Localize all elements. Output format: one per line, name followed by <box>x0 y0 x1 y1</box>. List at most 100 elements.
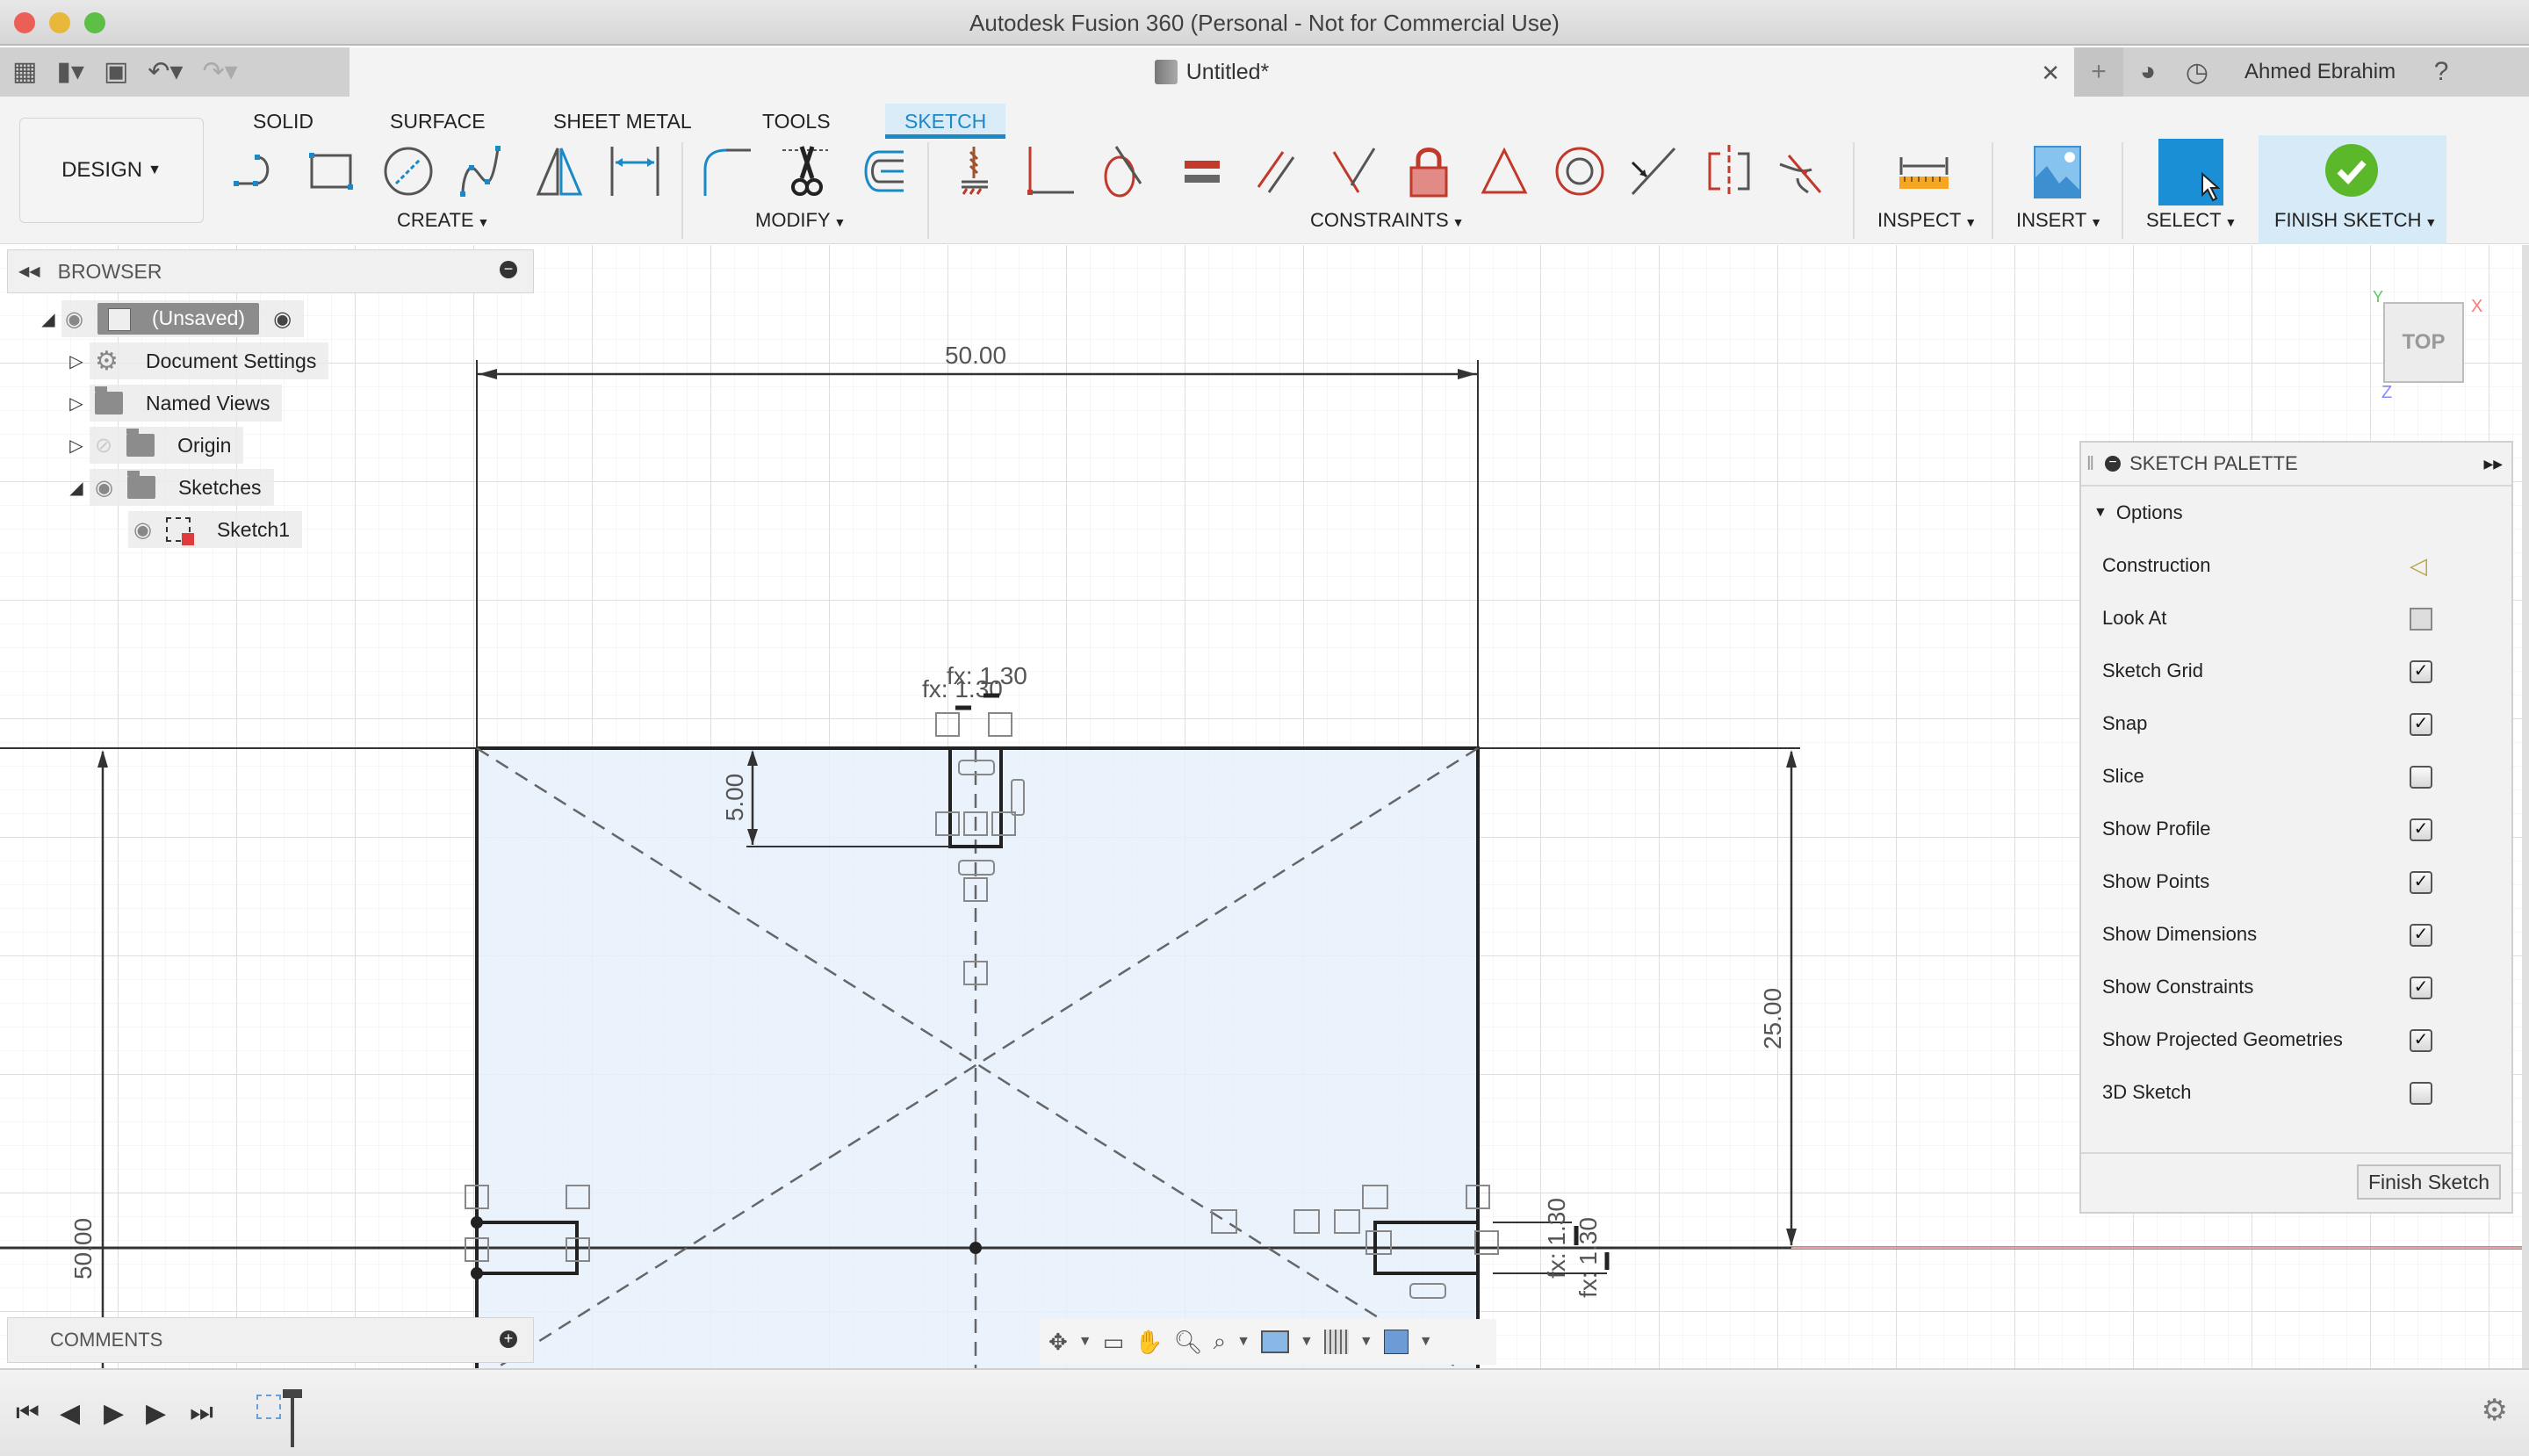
browser-item-origin[interactable]: ▷ ⊘ Origin <box>63 427 244 464</box>
create-menu[interactable]: CREATE ▼ <box>397 209 489 232</box>
palette-option-show-constraints[interactable]: Show Constraints ✓ <box>2102 969 2506 1005</box>
fix-tool[interactable] <box>945 142 1006 200</box>
finish-sketch-menu[interactable]: FINISH SKETCH ▼ <box>2274 209 2437 232</box>
palette-option-snap[interactable]: Snap ✓ <box>2102 706 2506 741</box>
viewports-icon[interactable] <box>1383 1330 1409 1354</box>
viewcube[interactable]: TOP <box>2383 302 2464 383</box>
add-comment-icon[interactable]: + <box>500 1330 517 1348</box>
sketch-profile[interactable] <box>477 748 1478 1368</box>
chevron-down-icon[interactable]: ▼ <box>1078 1334 1092 1350</box>
tab-sketch[interactable]: SKETCH <box>885 104 1006 139</box>
palette-option-show-dimensions[interactable]: Show Dimensions ✓ <box>2102 917 2506 952</box>
workspace-switcher[interactable]: DESIGN ▼ <box>19 118 204 223</box>
circle-tool[interactable] <box>378 142 439 200</box>
chevron-down-icon[interactable]: ▼ <box>1359 1334 1373 1350</box>
expand-triangle-icon[interactable]: ◢ <box>35 308 61 330</box>
height-dimension[interactable]: 25.00 <box>1759 988 1786 1049</box>
palette-finish-sketch-button[interactable]: Finish Sketch <box>2357 1164 2501 1200</box>
expand-triangle-icon[interactable]: ▷ <box>63 393 90 414</box>
expand-triangle-icon[interactable]: ▷ <box>63 435 90 457</box>
collinear-tool[interactable] <box>1621 142 1682 200</box>
grid-settings-icon[interactable] <box>1323 1330 1349 1354</box>
timeline-settings-gear-icon[interactable]: ⚙ <box>2482 1393 2508 1428</box>
close-window-button[interactable] <box>14 12 35 33</box>
palette-option-construction[interactable]: Construction ◁ <box>2102 548 2506 583</box>
collapse-browser-icon[interactable]: ◀◀ <box>18 263 40 280</box>
dimension-tool[interactable] <box>604 142 666 200</box>
curvature-tool[interactable] <box>1774 142 1835 200</box>
concentric-tool[interactable] <box>1549 142 1610 200</box>
expand-triangle-icon[interactable]: ▷ <box>63 350 90 372</box>
finish-sketch-button[interactable]: FINISH SKETCH ▼ <box>2259 135 2446 244</box>
display-settings-icon[interactable] <box>1261 1330 1290 1353</box>
measure-tool[interactable] <box>1893 142 1955 200</box>
select-menu[interactable]: SELECT ▼ <box>2146 209 2237 232</box>
symmetry-tool[interactable] <box>1698 142 1760 200</box>
visibility-eye-icon[interactable]: ◉ <box>95 475 113 501</box>
look-at-icon[interactable] <box>2410 608 2432 631</box>
show-dimensions-checkbox[interactable]: ✓ <box>2410 924 2432 947</box>
document-tab[interactable]: Untitled* ✕ <box>349 47 2074 97</box>
palette-option-look-at[interactable]: Look At <box>2102 601 2506 636</box>
user-name[interactable]: Ahmed Ebrahim <box>2244 60 2396 84</box>
trim-tool[interactable] <box>775 142 836 200</box>
slot-depth-dimension[interactable]: 5.00 <box>721 774 748 822</box>
select-tool[interactable] <box>2158 139 2223 205</box>
go-to-end-icon[interactable]: ⏭ <box>190 1398 213 1428</box>
visibility-eye-icon[interactable]: ◉ <box>65 306 83 332</box>
active-radio-icon[interactable]: ◉ <box>273 306 292 332</box>
redo-icon[interactable]: ↷▾ <box>203 59 238 85</box>
spline-tool[interactable] <box>453 142 515 200</box>
close-tab-icon[interactable]: ✕ <box>2041 60 2060 87</box>
fx-dimension-right-a[interactable]: fx: 1.30 <box>1543 1198 1570 1279</box>
tab-tools[interactable]: TOOLS <box>743 104 850 139</box>
job-status-icon[interactable]: ◷ <box>2172 47 2222 97</box>
construction-icon[interactable]: ◁ <box>2410 554 2432 578</box>
palette-option-show-points[interactable]: Show Points ✓ <box>2102 864 2506 899</box>
chevron-down-icon[interactable]: ▼ <box>1300 1334 1314 1350</box>
insert-menu[interactable]: INSERT ▼ <box>2016 209 2102 232</box>
zoom-icon[interactable]: 🔍︎ <box>1174 1329 1203 1356</box>
save-icon[interactable]: ▣ <box>104 59 128 85</box>
palette-option-3d-sketch[interactable]: 3D Sketch <box>2102 1075 2506 1110</box>
show-points-checkbox[interactable]: ✓ <box>2410 871 2432 894</box>
palette-option-show-projected-geometries[interactable]: Show Projected Geometries ✓ <box>2102 1022 2506 1057</box>
width-dimension[interactable]: 50.00 <box>945 342 1006 369</box>
step-forward-icon[interactable]: ▶ <box>146 1398 166 1429</box>
timeline-marker[interactable] <box>283 1389 302 1447</box>
insert-image-tool[interactable] <box>2027 142 2088 200</box>
pan-icon[interactable]: ✋ <box>1135 1329 1163 1356</box>
3d-sketch-checkbox[interactable] <box>2410 1082 2432 1105</box>
offset-tool[interactable] <box>850 142 911 200</box>
browser-item-document-settings[interactable]: ▷ ⚙ Document Settings <box>63 342 329 379</box>
show-projected-geometries-checkbox[interactable]: ✓ <box>2410 1029 2432 1052</box>
vertical-scrollbar[interactable] <box>2522 245 2529 1368</box>
equal-tool[interactable] <box>1171 142 1233 200</box>
snap-checkbox[interactable]: ✓ <box>2410 713 2432 736</box>
minimize-window-button[interactable] <box>49 12 70 33</box>
new-tab-icon[interactable]: + <box>2074 47 2123 97</box>
undo-icon[interactable]: ↶▾ <box>148 59 183 85</box>
show-constraints-checkbox[interactable]: ✓ <box>2410 977 2432 999</box>
mirror-tool[interactable] <box>529 142 590 200</box>
palette-option-slice[interactable]: Slice <box>2102 759 2506 794</box>
fx-dimension-top-a[interactable]: fx: 1.30 <box>922 675 1003 703</box>
sketch-point[interactable] <box>471 1216 483 1229</box>
browser-pin-icon[interactable]: − <box>500 261 517 278</box>
tab-solid[interactable]: SOLID <box>234 104 333 139</box>
sketch-point[interactable] <box>471 1267 483 1279</box>
fx-dimension-right-b[interactable]: fx: 1.30 <box>1574 1217 1602 1298</box>
rectangle-tool[interactable] <box>300 142 362 200</box>
expand-palette-icon[interactable]: ▶▶ <box>2483 457 2503 472</box>
slice-checkbox[interactable] <box>2410 766 2432 789</box>
fillet-tool[interactable] <box>697 142 759 200</box>
options-section-toggle[interactable]: ▼ Options <box>2093 495 2497 530</box>
visibility-eye-icon[interactable]: ◉ <box>133 517 152 543</box>
extensions-icon[interactable]: ◕ <box>2123 47 2172 97</box>
palette-pin-icon[interactable]: − <box>2105 456 2122 472</box>
offset-dimension[interactable]: 50.00 <box>69 1218 97 1279</box>
play-icon[interactable]: ▶ <box>104 1398 124 1429</box>
step-back-icon[interactable]: ◀ <box>60 1398 80 1429</box>
expand-triangle-icon[interactable]: ◢ <box>63 477 90 499</box>
modify-menu[interactable]: MODIFY ▼ <box>755 209 846 232</box>
